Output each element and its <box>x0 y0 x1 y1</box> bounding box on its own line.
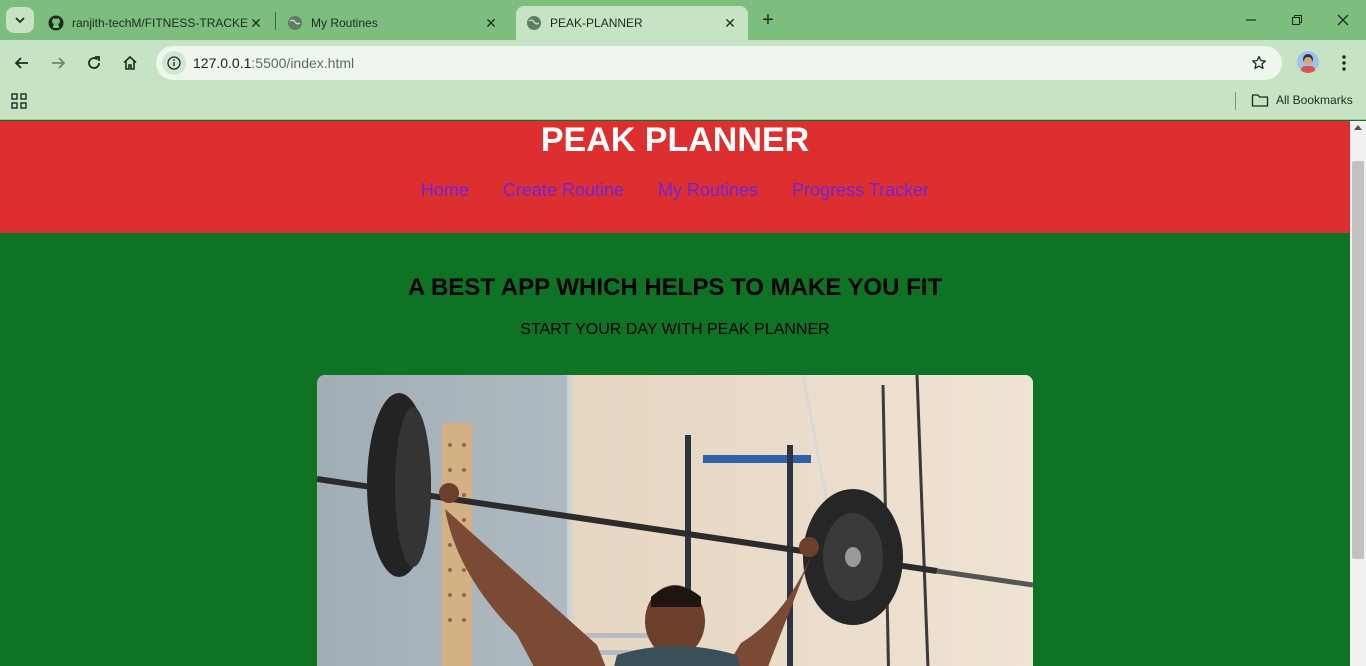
all-bookmarks-button[interactable]: All Bookmarks <box>1251 92 1353 108</box>
restore-icon <box>1292 15 1302 25</box>
tab-my-routines[interactable]: My Routines ✕ <box>277 6 509 40</box>
browser-toolbar: 127.0.0.1:5500/index.html <box>0 40 1366 86</box>
nav-create-routine-link[interactable]: Create Routine <box>503 178 624 202</box>
minimize-icon <box>1246 19 1256 21</box>
weightlifter-image <box>317 375 1033 666</box>
tab-strip: ranjith-techM/FITNESS-TRACKER ✕ My Routi… <box>0 0 1366 40</box>
close-icon[interactable]: ✕ <box>483 15 499 31</box>
globe-icon <box>287 15 303 31</box>
reload-icon <box>88 56 100 69</box>
tab-title: PEAK-PLANNER <box>550 16 643 30</box>
close-icon[interactable]: ✕ <box>722 15 738 31</box>
nav-progress-tracker-link[interactable]: Progress Tracker <box>792 178 929 202</box>
close-icon <box>1337 14 1349 26</box>
url-host: 127.0.0.1 <box>193 55 252 71</box>
reload-button[interactable] <box>80 49 108 77</box>
site-header: PEAK PLANNER Home Create Routine My Rout… <box>0 121 1350 233</box>
menu-kebab-icon[interactable] <box>1334 51 1354 75</box>
tab-peak-planner[interactable]: PEAK-PLANNER ✕ <box>516 6 748 40</box>
home-button[interactable] <box>116 49 144 77</box>
tab-title: My Routines <box>311 16 378 30</box>
chevron-down-icon <box>15 17 25 24</box>
profile-avatar[interactable] <box>1297 51 1319 73</box>
address-bar[interactable]: 127.0.0.1:5500/index.html <box>156 46 1282 80</box>
github-icon <box>48 15 64 31</box>
arrow-left-icon <box>14 57 28 69</box>
bookmark-star-icon[interactable] <box>1250 54 1268 72</box>
folder-icon <box>1251 94 1269 107</box>
home-icon <box>123 55 137 70</box>
tab-github[interactable]: ranjith-techM/FITNESS-TRACKER ✕ <box>38 6 274 40</box>
url-path: :5500/index.html <box>251 55 355 71</box>
back-button[interactable] <box>8 49 36 77</box>
page-viewport: PEAK PLANNER Home Create Routine My Rout… <box>0 121 1350 666</box>
tab-title: ranjith-techM/FITNESS-TRACKER <box>72 16 248 30</box>
scroll-up-arrow-icon[interactable] <box>1354 125 1362 130</box>
new-tab-button[interactable]: + <box>757 9 779 31</box>
bookmarks-bar: All Bookmarks <box>0 86 1366 120</box>
globe-icon <box>526 15 542 31</box>
site-title: PEAK PLANNER <box>540 121 810 159</box>
apps-grid-icon[interactable] <box>11 93 29 111</box>
hero-title: A BEST APP WHICH HELPS TO MAKE YOU FIT <box>407 274 943 301</box>
scroll-thumb[interactable] <box>1352 161 1364 559</box>
forward-button[interactable] <box>44 49 72 77</box>
page-scrollbar[interactable] <box>1350 121 1366 666</box>
site-nav: Home Create Routine My Routines Progress… <box>0 178 1350 202</box>
close-window-button[interactable] <box>1320 0 1366 40</box>
all-bookmarks-label: All Bookmarks <box>1276 93 1353 107</box>
minimize-button[interactable] <box>1228 0 1274 40</box>
close-icon[interactable]: ✕ <box>248 15 264 31</box>
tab-search-button[interactable] <box>6 7 34 33</box>
nav-home-link[interactable]: Home <box>421 178 469 202</box>
restore-button[interactable] <box>1274 0 1320 40</box>
bookmarks-separator <box>1235 92 1236 110</box>
arrow-right-icon <box>52 57 66 69</box>
url-text[interactable]: 127.0.0.1:5500/index.html <box>193 55 354 71</box>
site-info-icon[interactable] <box>162 51 186 75</box>
nav-my-routines-link[interactable]: My Routines <box>658 178 758 202</box>
tab-separator <box>275 12 276 30</box>
hero-subtitle: START YOUR DAY WITH PEAK PLANNER <box>520 321 830 338</box>
